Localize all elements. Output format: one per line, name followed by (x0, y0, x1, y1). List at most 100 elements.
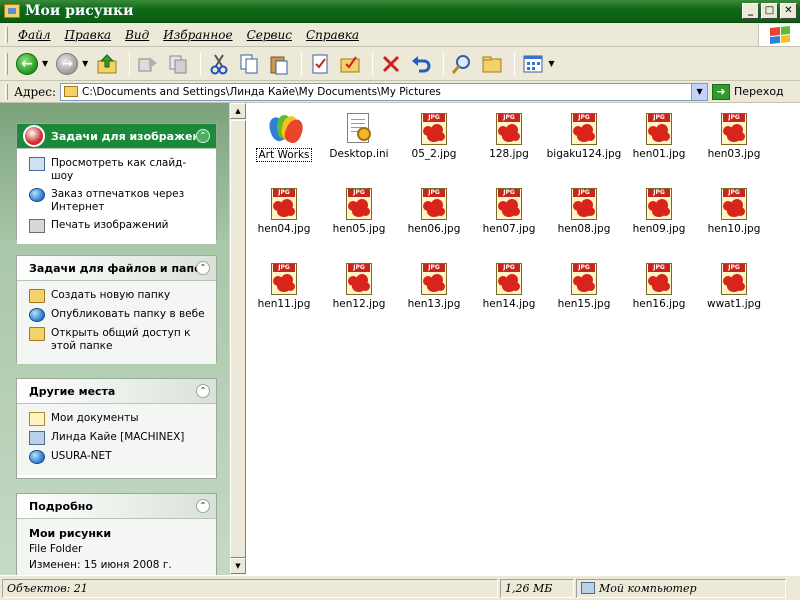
address-input[interactable]: C:\Documents and Settings\Линда Кайе\My … (60, 82, 709, 101)
folder-options-button[interactable] (337, 50, 363, 78)
file-item[interactable]: JPG hen06.jpg (396, 178, 472, 244)
details-panel: Подробно ⌃ Мои рисунки File Folder Измен… (16, 493, 217, 575)
forward-button[interactable]: → (54, 50, 80, 78)
up-folder-icon (97, 53, 117, 73)
menu-tools[interactable]: Сервис (247, 28, 292, 42)
collapse-icon[interactable]: ⌃ (196, 261, 210, 275)
image-tasks-header[interactable]: Задачи для изображен ⌃ (17, 124, 216, 149)
file-item[interactable]: JPG hen15.jpg (546, 253, 622, 319)
maximize-button[interactable]: □ (761, 3, 778, 19)
toolbar-grip[interactable] (5, 53, 8, 75)
move-icon (138, 56, 158, 71)
go-button[interactable]: ➜ Переход (712, 83, 784, 100)
place-my-documents-label: Мои документы (51, 412, 139, 424)
file-item[interactable]: JPG hen04.jpg (246, 178, 322, 244)
task-share-folder-label: Открыть общий доступ к этой папке (51, 327, 191, 352)
file-name: hen10.jpg (707, 223, 761, 235)
search-button[interactable] (449, 50, 475, 78)
forward-dropdown-icon[interactable]: ▼ (82, 59, 88, 68)
file-item[interactable]: JPG hen08.jpg (546, 178, 622, 244)
task-share-folder[interactable]: Открыть общий доступ к этой папке (29, 327, 208, 353)
copy-to-button[interactable] (165, 50, 191, 78)
scroll-up-button[interactable]: ▲ (230, 103, 246, 119)
task-publish-web-label: Опубликовать папку в вебе (51, 308, 205, 320)
details-header[interactable]: Подробно ⌃ (17, 494, 216, 519)
file-item[interactable]: JPG hen13.jpg (396, 253, 472, 319)
file-item[interactable]: JPG 05_2.jpg (396, 103, 472, 169)
copy-button[interactable] (236, 50, 262, 78)
views-dropdown-icon[interactable]: ▼ (548, 59, 554, 68)
file-item[interactable]: JPG hen12.jpg (321, 253, 397, 319)
file-item[interactable]: JPG bigaku124.jpg (546, 103, 622, 169)
menu-grip[interactable] (5, 27, 8, 43)
scroll-thumb[interactable] (230, 120, 246, 558)
undo-button[interactable] (408, 50, 434, 78)
file-item[interactable]: JPG hen09.jpg (621, 178, 697, 244)
menu-help[interactable]: Справка (306, 28, 359, 42)
address-label: Адрес: (14, 84, 57, 99)
place-user-machine[interactable]: Линда Кайе [MACHINEX] (29, 431, 208, 445)
jpg-tag: JPG (423, 114, 445, 122)
back-dropdown-icon[interactable]: ▼ (42, 59, 48, 68)
address-dropdown-icon[interactable]: ▼ (691, 83, 708, 100)
close-button[interactable]: ✕ (780, 3, 797, 19)
jpg-file-icon: JPG (718, 188, 750, 220)
jpg-file-icon: JPG (643, 113, 675, 145)
properties-button[interactable] (307, 50, 333, 78)
collapse-icon[interactable]: ⌃ (196, 129, 210, 143)
folders-button[interactable] (479, 50, 505, 78)
file-item[interactable]: JPG 128.jpg (471, 103, 547, 169)
toolbar: ← ▼ → ▼ ▼ (0, 47, 800, 81)
file-tasks-header[interactable]: Задачи для файлов и папок ⌃ (17, 256, 216, 281)
task-new-folder[interactable]: Создать новую папку (29, 289, 208, 303)
minimize-button[interactable]: _ (742, 3, 759, 19)
menu-view[interactable]: Вид (125, 28, 149, 42)
address-bar: Адрес: C:\Documents and Settings\Линда К… (0, 81, 800, 103)
file-item[interactable]: JPG hen16.jpg (621, 253, 697, 319)
address-path[interactable]: C:\Documents and Settings\Линда Кайе\My … (82, 86, 441, 98)
file-item[interactable]: JPG hen07.jpg (471, 178, 547, 244)
place-my-documents[interactable]: Мои документы (29, 412, 208, 426)
delete-button[interactable] (378, 50, 404, 78)
task-publish-web[interactable]: Опубликовать папку в вебе (29, 308, 208, 322)
file-view[interactable]: Art Works Desktop.ini JPG 05_2.jpg JPG 128.jp… (246, 103, 800, 575)
file-item[interactable]: JPG hen10.jpg (696, 178, 772, 244)
address-grip[interactable] (5, 83, 8, 100)
back-button[interactable]: ← (14, 50, 40, 78)
file-name: hen09.jpg (632, 223, 686, 235)
place-network[interactable]: USURA-NET (29, 450, 208, 464)
task-pane-scrollbar[interactable]: ▲ ▼ (229, 103, 246, 575)
place-user-machine-label: Линда Кайе [MACHINEX] (51, 431, 185, 443)
scroll-down-button[interactable]: ▼ (230, 558, 246, 574)
network-icon (29, 450, 45, 464)
place-network-label: USURA-NET (51, 450, 112, 462)
views-button[interactable] (520, 50, 546, 78)
task-order-prints[interactable]: Заказ отпечатков через Интернет (29, 188, 208, 214)
file-item[interactable]: JPG hen05.jpg (321, 178, 397, 244)
go-arrow-icon: ➜ (712, 83, 731, 100)
title-bar[interactable]: Мои рисунки _ □ ✕ (0, 0, 800, 23)
task-print-pictures[interactable]: Печать изображений (29, 219, 208, 233)
menu-favorites[interactable]: Избранное (163, 28, 232, 42)
other-places-header[interactable]: Другие места ⌃ (17, 379, 216, 404)
cut-button[interactable] (206, 50, 232, 78)
file-item[interactable]: JPG hen11.jpg (246, 253, 322, 319)
folder-check-icon (340, 55, 360, 72)
file-item[interactable]: JPG hen01.jpg (621, 103, 697, 169)
file-item[interactable]: Art Works (246, 103, 322, 169)
collapse-icon[interactable]: ⌃ (196, 499, 210, 513)
menu-file[interactable]: Файл (18, 28, 50, 42)
file-item[interactable]: JPG hen03.jpg (696, 103, 772, 169)
details-type: File Folder (29, 543, 83, 555)
windows-logo (758, 24, 800, 46)
file-item[interactable]: Desktop.ini (321, 103, 397, 169)
move-to-button[interactable] (135, 50, 161, 78)
menu-edit[interactable]: Правка (64, 28, 111, 42)
collapse-icon[interactable]: ⌃ (196, 384, 210, 398)
file-item[interactable]: JPG hen14.jpg (471, 253, 547, 319)
file-item[interactable]: JPG wwat1.jpg (696, 253, 772, 319)
paste-icon (270, 56, 288, 74)
task-slideshow[interactable]: Просмотреть как слайд-шоу (29, 157, 208, 183)
paste-button[interactable] (266, 50, 292, 78)
up-button[interactable] (94, 50, 120, 78)
